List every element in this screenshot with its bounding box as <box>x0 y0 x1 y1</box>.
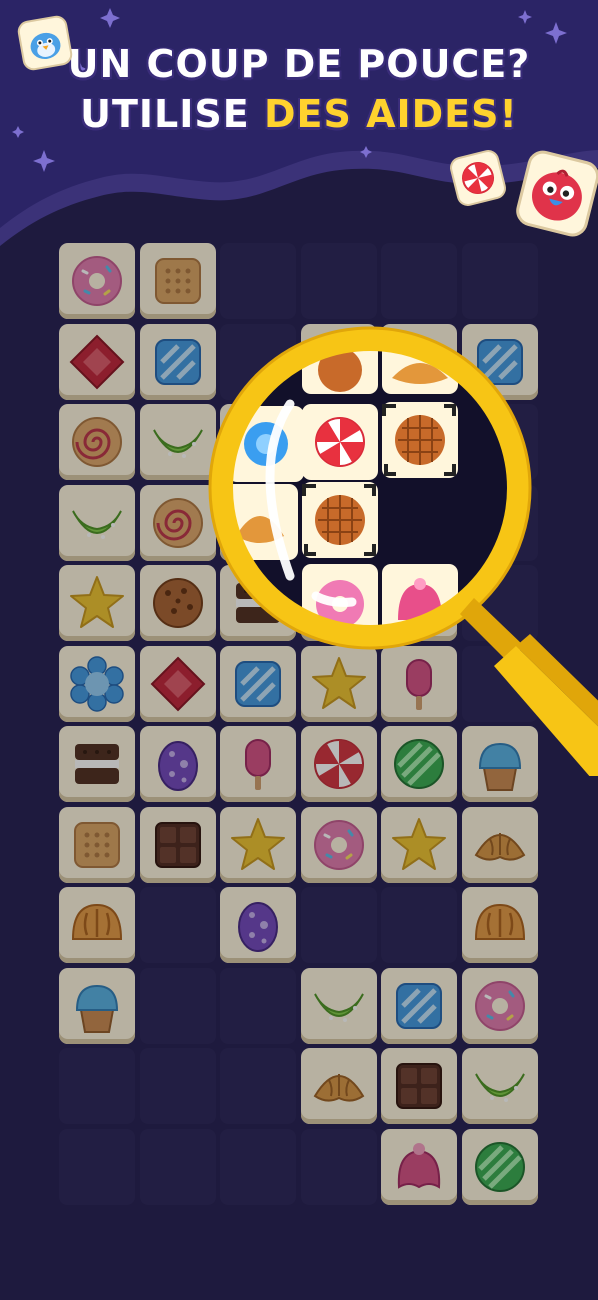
tile-lime-gummy[interactable] <box>461 1048 538 1124</box>
lime-gummy-icon <box>313 993 364 1022</box>
board-slot <box>381 243 457 319</box>
pink-jelly-icon <box>397 1142 441 1189</box>
board-slot <box>139 1128 216 1205</box>
tile-croissant[interactable] <box>300 1048 377 1124</box>
board-slot <box>139 1048 216 1124</box>
board-slot <box>300 887 377 963</box>
donut-icon <box>313 819 364 870</box>
tile-sandwich-cookie[interactable] <box>59 726 135 802</box>
croissant-icon <box>474 832 525 861</box>
tile-blue-flower[interactable] <box>59 645 135 722</box>
tile-star[interactable] <box>381 806 457 883</box>
board-slot <box>139 887 216 963</box>
donut-icon <box>474 980 525 1031</box>
board-slot <box>461 243 538 319</box>
lime-gummy-icon <box>474 1073 525 1102</box>
tile-green-candy[interactable] <box>461 1128 538 1205</box>
board-slot <box>220 243 296 319</box>
tile-egg[interactable] <box>220 887 296 963</box>
tile-donut[interactable] <box>300 806 377 883</box>
tile-bun[interactable] <box>461 887 538 963</box>
swirl-roll-icon <box>72 417 122 467</box>
croissant-icon <box>313 1074 364 1102</box>
blue-candy-icon <box>396 982 442 1029</box>
cupcake-icon <box>75 984 119 1033</box>
tile-chocolate[interactable] <box>381 1048 457 1124</box>
star-icon <box>392 817 446 870</box>
star-icon <box>231 817 285 870</box>
tile-lime-gummy[interactable] <box>300 967 377 1044</box>
sandwich-cookie-icon <box>75 744 119 784</box>
magnified-view <box>230 348 510 628</box>
bun-icon <box>71 903 123 940</box>
board-slot <box>381 887 457 963</box>
tile-star[interactable] <box>59 565 135 641</box>
tile-blue-candy[interactable] <box>381 967 457 1044</box>
tile-lime-gummy[interactable] <box>59 484 135 561</box>
tile-red-jelly[interactable] <box>59 323 135 400</box>
board-slot <box>59 1048 135 1124</box>
cracker-icon <box>74 821 120 868</box>
egg-icon <box>238 902 278 952</box>
green-candy-icon <box>474 1141 525 1192</box>
board-slot <box>220 1048 296 1124</box>
lime-gummy-icon <box>72 510 122 539</box>
red-jelly-icon <box>69 334 125 389</box>
cracker-icon <box>154 258 201 304</box>
board-slot <box>220 967 296 1044</box>
tile-donut[interactable] <box>59 243 135 319</box>
star-icon <box>70 576 124 628</box>
tile-star[interactable] <box>220 806 296 883</box>
board-slot <box>300 243 377 319</box>
board-slot <box>59 1128 135 1205</box>
tile-cracker[interactable] <box>139 243 216 319</box>
magnifier-hint-icon <box>208 326 598 776</box>
chocolate-icon <box>154 821 201 868</box>
tile-croissant[interactable] <box>461 806 538 883</box>
board-slot <box>139 967 216 1044</box>
tile-donut[interactable] <box>461 967 538 1044</box>
tile-cupcake[interactable] <box>59 967 135 1044</box>
tile-swirl-roll[interactable] <box>59 404 135 480</box>
board-slot <box>220 1128 296 1205</box>
blue-flower-icon <box>70 655 124 712</box>
bun-icon <box>474 903 525 940</box>
chocolate-icon <box>396 1063 442 1109</box>
donut-icon <box>72 256 122 306</box>
tile-cracker[interactable] <box>59 806 135 883</box>
tile-pink-jelly[interactable] <box>381 1128 457 1205</box>
board-slot <box>300 1128 377 1205</box>
tile-chocolate[interactable] <box>139 806 216 883</box>
tile-bun[interactable] <box>59 887 135 963</box>
